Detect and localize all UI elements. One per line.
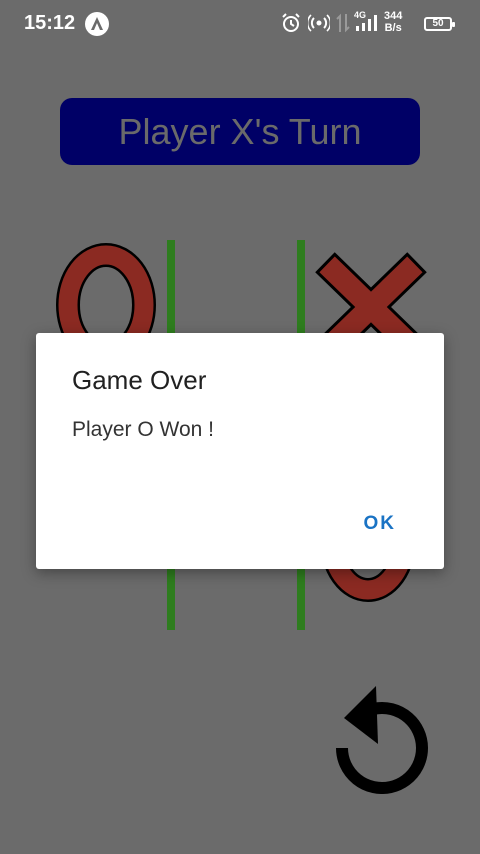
network-type: 4G	[354, 10, 366, 20]
hotspot-icon	[306, 12, 332, 38]
network-rate: 344 B/s	[384, 10, 402, 34]
game-over-dialog: Game Over Player O Won ! OK	[36, 333, 444, 569]
battery-icon: 50	[424, 17, 455, 31]
status-bar: 15:12 4G 344 B/s 50	[0, 0, 480, 48]
net-rate-unit: B/s	[384, 22, 402, 34]
turn-banner: Player X's Turn	[60, 98, 420, 165]
turn-text: Player X's Turn	[118, 110, 362, 152]
ok-button[interactable]: OK	[364, 513, 397, 535]
alarm-icon	[280, 12, 302, 38]
status-icons: 4G 344 B/s 50	[280, 10, 460, 38]
dialog-title: Game Over	[72, 365, 207, 395]
dialog-message: Player O Won !	[72, 418, 214, 441]
data-transfer-icon	[336, 12, 350, 38]
signal-icon: 4G	[354, 10, 380, 38]
battery-level: 50	[432, 18, 444, 29]
status-time: 15:12	[24, 12, 76, 34]
restart-icon	[336, 686, 428, 794]
app-notification-icon	[85, 12, 109, 36]
net-rate-value: 344	[384, 10, 403, 22]
restart-button[interactable]	[328, 686, 432, 794]
